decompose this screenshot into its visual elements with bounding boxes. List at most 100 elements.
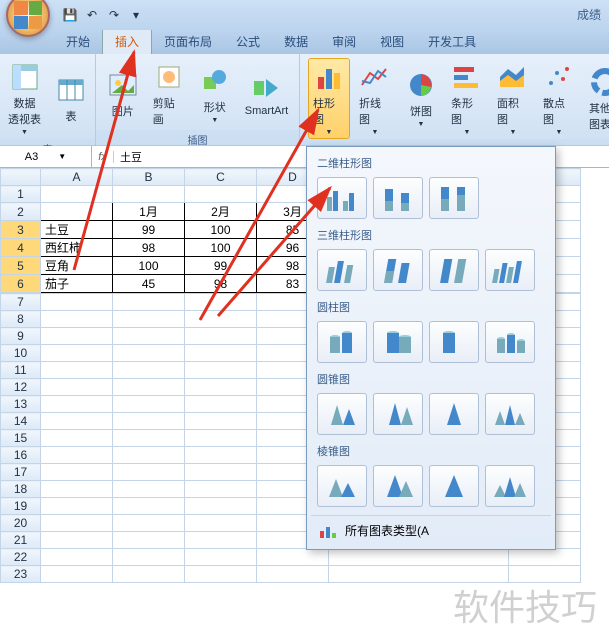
cell[interactable] [41, 294, 113, 311]
chart-opt-pyr-3[interactable] [429, 465, 479, 507]
cell[interactable] [113, 481, 185, 498]
cell[interactable]: 100 [185, 221, 257, 239]
cell[interactable] [113, 498, 185, 515]
cell[interactable] [113, 532, 185, 549]
bar-chart-button[interactable]: 条形图▼ [446, 58, 488, 139]
row-header[interactable]: 4 [1, 239, 41, 257]
row-header[interactable]: 14 [1, 413, 41, 430]
row-header[interactable]: 12 [1, 379, 41, 396]
cell[interactable] [41, 430, 113, 447]
row-header[interactable]: 11 [1, 362, 41, 379]
row-header[interactable]: 6 [1, 275, 41, 293]
row-header[interactable]: 3 [1, 221, 41, 239]
cell[interactable] [113, 311, 185, 328]
tab-view[interactable]: 视图 [368, 29, 416, 54]
chart-opt-3d-100stacked[interactable] [429, 249, 479, 291]
col-header[interactable]: A [41, 169, 113, 186]
cell[interactable]: 100 [185, 239, 257, 257]
cell[interactable] [41, 464, 113, 481]
pie-chart-button[interactable]: 饼图▼ [400, 66, 442, 131]
pivot-button[interactable]: 数据 透视表 ▼ [3, 58, 46, 139]
chart-opt-cyl-2[interactable] [373, 321, 423, 363]
qat-more-icon[interactable]: ▾ [128, 7, 144, 23]
cell[interactable] [185, 362, 257, 379]
row-header[interactable]: 19 [1, 498, 41, 515]
cell[interactable] [41, 532, 113, 549]
cell[interactable]: 土豆 [41, 221, 113, 239]
cell[interactable]: 豆角 [41, 257, 113, 275]
chart-opt-cone-1[interactable] [317, 393, 367, 435]
chart-opt-cone-4[interactable] [485, 393, 535, 435]
cell[interactable] [41, 413, 113, 430]
tab-insert[interactable]: 插入 [102, 28, 152, 54]
chart-opt-2d-100stacked[interactable] [429, 177, 479, 219]
table-button[interactable]: 表 [50, 71, 92, 127]
cell[interactable] [113, 566, 185, 583]
chart-opt-pyr-2[interactable] [373, 465, 423, 507]
shapes-button[interactable]: 形状 ▼ [194, 62, 236, 127]
chart-opt-3d-column[interactable] [485, 249, 535, 291]
cell[interactable]: 45 [113, 275, 185, 293]
row-header[interactable]: 21 [1, 532, 41, 549]
cell[interactable] [185, 498, 257, 515]
cell[interactable] [185, 549, 257, 566]
cell[interactable]: 1月 [113, 203, 185, 221]
cell[interactable] [113, 396, 185, 413]
cell[interactable] [113, 328, 185, 345]
line-chart-button[interactable]: 折线图▼ [354, 58, 396, 139]
cell[interactable] [329, 549, 509, 566]
column-chart-button[interactable]: 柱形图 ▼ [308, 58, 350, 139]
tab-data[interactable]: 数据 [272, 29, 320, 54]
picture-button[interactable]: 图片 [102, 66, 144, 122]
cell[interactable] [185, 515, 257, 532]
cell[interactable] [113, 294, 185, 311]
cell[interactable] [113, 430, 185, 447]
chart-opt-2d-clustered[interactable] [317, 177, 367, 219]
cell[interactable] [41, 362, 113, 379]
chart-opt-pyr-1[interactable] [317, 465, 367, 507]
tab-pagelayout[interactable]: 页面布局 [152, 29, 224, 54]
cell[interactable] [113, 515, 185, 532]
tab-formulas[interactable]: 公式 [224, 29, 272, 54]
cell[interactable]: 茄子 [41, 275, 113, 293]
row-header[interactable]: 22 [1, 549, 41, 566]
row-header[interactable]: 23 [1, 566, 41, 583]
save-icon[interactable]: 💾 [62, 7, 78, 23]
cell[interactable] [41, 481, 113, 498]
cell[interactable] [41, 203, 113, 221]
formula-value[interactable]: 土豆 [114, 149, 148, 165]
chart-opt-pyr-4[interactable] [485, 465, 535, 507]
row-header[interactable]: 18 [1, 481, 41, 498]
chart-opt-2d-stacked[interactable] [373, 177, 423, 219]
col-header[interactable]: B [113, 169, 185, 186]
cell[interactable] [113, 379, 185, 396]
chart-opt-cone-2[interactable] [373, 393, 423, 435]
cell[interactable]: 98 [185, 275, 257, 293]
cell[interactable] [185, 294, 257, 311]
chart-opt-cyl-3[interactable] [429, 321, 479, 363]
row-header[interactable]: 7 [1, 294, 41, 311]
row-header[interactable]: 2 [1, 203, 41, 221]
cell[interactable] [257, 566, 329, 583]
cell[interactable]: 100 [113, 257, 185, 275]
cell[interactable] [185, 566, 257, 583]
cell[interactable] [113, 362, 185, 379]
cell[interactable]: 2月 [185, 203, 257, 221]
cell[interactable]: 99 [113, 221, 185, 239]
cell[interactable] [113, 447, 185, 464]
cell[interactable] [257, 549, 329, 566]
cell[interactable] [113, 413, 185, 430]
cell[interactable] [41, 515, 113, 532]
cell[interactable]: 98 [113, 239, 185, 257]
chart-opt-3d-clustered[interactable] [317, 249, 367, 291]
cell[interactable]: 99 [185, 257, 257, 275]
tab-home[interactable]: 开始 [54, 29, 102, 54]
cell[interactable] [41, 549, 113, 566]
undo-icon[interactable]: ↶ [84, 7, 100, 23]
cell[interactable] [185, 328, 257, 345]
row-header[interactable]: 5 [1, 257, 41, 275]
row-header[interactable]: 16 [1, 447, 41, 464]
cell[interactable] [41, 345, 113, 362]
cell[interactable] [185, 430, 257, 447]
cell[interactable] [113, 345, 185, 362]
